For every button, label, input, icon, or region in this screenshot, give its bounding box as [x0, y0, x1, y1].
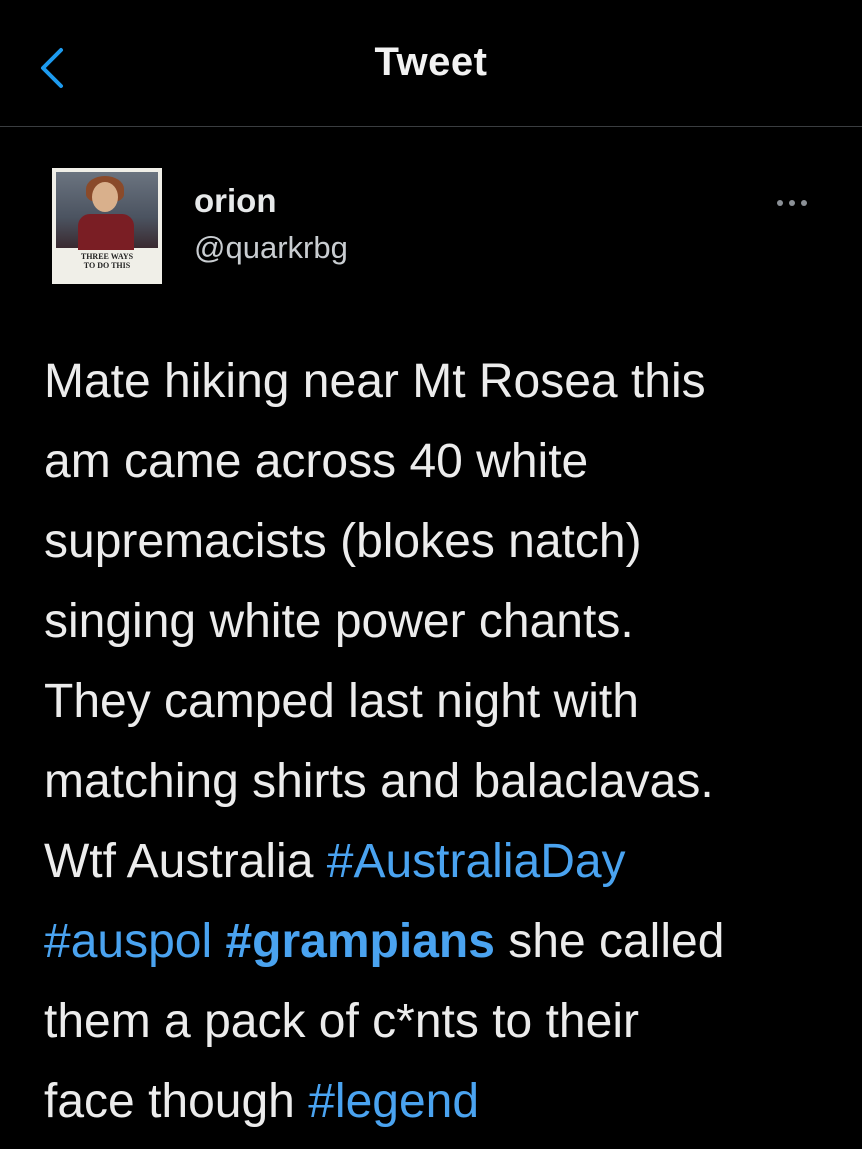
hashtag-link[interactable]: #grampians [225, 915, 494, 968]
tweet-line: #auspol #grampians she called [44, 902, 844, 982]
author-handle[interactable]: @quarkrbg [194, 230, 348, 266]
hashtag-link[interactable]: #legend [308, 1075, 479, 1128]
tweet-line: Mate hiking near Mt Rosea this [44, 342, 844, 422]
tweet-text-segment: Wtf Australia [44, 835, 327, 888]
tweet-line: matching shirts and balaclavas. [44, 742, 844, 822]
page-title: Tweet [374, 40, 488, 84]
tweet-line: They camped last night with [44, 662, 844, 742]
tweet-text: Mate hiking near Mt Rosea this am came ac… [44, 342, 844, 1142]
tweet-text-segment [212, 915, 225, 968]
tweet-line: face though #legend [44, 1062, 844, 1142]
more-options-button[interactable] [770, 188, 814, 218]
tweet-text-segment: am came across 40 white [44, 435, 589, 488]
tweet-text-segment: They camped last night with [44, 675, 639, 728]
hashtag-link[interactable]: #AustraliaDay [327, 835, 626, 888]
hashtag-link[interactable]: #auspol [44, 915, 212, 968]
tweet-text-segment: she called [494, 915, 725, 968]
avatar-photo [56, 172, 158, 250]
tweet-line: supremacists (blokes natch) [44, 502, 844, 582]
tweet-text-segment: matching shirts and balaclavas. [44, 755, 714, 808]
avatar-caption-line1: THREE WAYS [80, 252, 134, 261]
top-bar: Tweet [0, 0, 862, 127]
author-name[interactable]: orion [194, 182, 276, 220]
tweet-text-segment: Mate hiking near Mt Rosea this [44, 355, 706, 408]
tweet-author: THREE WAYS TO DO THIS orion @quarkrbg [52, 168, 812, 288]
tweet-line: them a pack of c*nts to their [44, 982, 844, 1062]
tweet-text-segment: singing white power chants. [44, 595, 634, 648]
tweet-line: am came across 40 white [44, 422, 844, 502]
tweet-line: Wtf Australia #AustraliaDay [44, 822, 844, 902]
tweet-text-segment: supremacists (blokes natch) [44, 515, 642, 568]
avatar-body [78, 214, 134, 250]
avatar-caption: THREE WAYS TO DO THIS [52, 252, 162, 270]
tweet-text-segment: them a pack of c*nts to their [44, 995, 639, 1048]
avatar[interactable]: THREE WAYS TO DO THIS [52, 168, 162, 284]
ellipsis-icon [774, 200, 810, 206]
avatar-caption-line2: TO DO THIS [83, 261, 131, 270]
tweet-line: singing white power chants. [44, 582, 844, 662]
avatar-face [92, 182, 118, 212]
tweet-text-segment: face though [44, 1075, 309, 1128]
